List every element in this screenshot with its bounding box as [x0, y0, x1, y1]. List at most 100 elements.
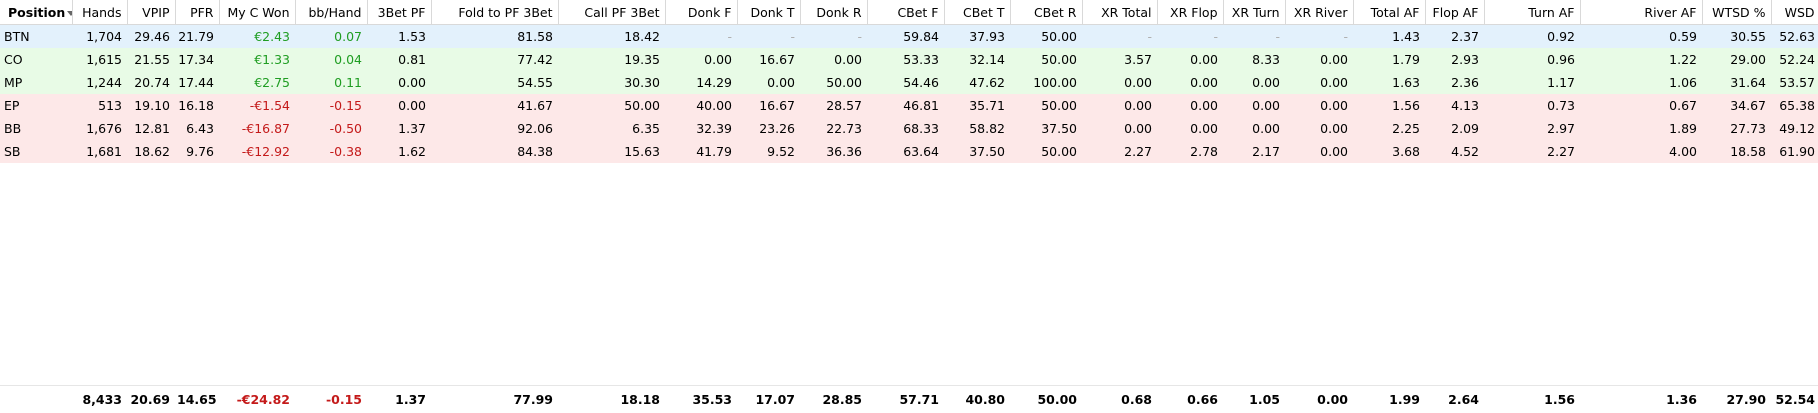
cell-flop-af: 2.36	[1425, 71, 1484, 94]
column-header-cbet-f[interactable]: CBet F	[867, 0, 945, 25]
column-header-cbet-r[interactable]: CBet R	[1010, 0, 1083, 25]
column-header-wsd[interactable]: WSD	[1771, 0, 1818, 25]
column-header-river-af[interactable]: River AF	[1580, 0, 1703, 25]
total-cbet-f: 57.71	[899, 392, 939, 407]
table-row[interactable]: SB 1,681 18.62 9.76 -€12.92 -0.38 1.62 84.38 15.…	[0, 140, 1818, 163]
cell-xr-flop: -	[1157, 24, 1223, 48]
column-header-label: 3Bet PF	[377, 4, 426, 20]
cell-3bet-pf: 1.37	[367, 117, 431, 140]
table-row[interactable]: CO 1,615 21.55 17.34 €1.33 0.04 0.81 77.42 19.35…	[0, 48, 1818, 71]
cell-xr-river: -	[1285, 24, 1353, 48]
cell-fold-to-pf-3bet: 77.42	[431, 48, 558, 71]
column-header-call-pf-3bet[interactable]: Call PF 3Bet	[558, 0, 666, 25]
cell-xr-river: 0.00	[1285, 140, 1353, 163]
cell-turn-af: 0.73	[1484, 94, 1580, 117]
cell-xr-turn: 8.33	[1223, 48, 1285, 71]
cell-bb-hand: -0.50	[295, 117, 367, 140]
cell-flop-af: 4.13	[1425, 94, 1484, 117]
cell-total-af: 1.43	[1353, 24, 1425, 48]
cell-donk-r: 28.57	[800, 94, 867, 117]
total-total-af: 1.99	[1389, 392, 1420, 407]
cell-total-af: 2.25	[1353, 117, 1425, 140]
cell-cbet-t: 47.62	[944, 71, 1010, 94]
cell-cbet-f: 46.81	[867, 94, 944, 117]
table-row[interactable]: EP 513 19.10 16.18 -€1.54 -0.15 0.00 41.67 50.00…	[0, 94, 1818, 117]
table-row[interactable]: BB 1,676 12.81 6.43 -€16.87 -0.50 1.37 92.06 6.3…	[0, 117, 1818, 140]
cell-cbet-t: 32.14	[944, 48, 1010, 71]
position-stats-table: Position Hands VPIP PFR My C Won bb/Hand 3Bet …	[0, 0, 1818, 163]
total-3bet-pf: 1.37	[395, 392, 426, 407]
column-header-total-af[interactable]: Total AF	[1353, 0, 1426, 25]
cell-donk-r: 50.00	[800, 71, 867, 94]
cell-3bet-pf: 1.53	[367, 24, 431, 48]
column-header-bb-hand[interactable]: bb/Hand	[295, 0, 368, 25]
total-donk-f: 35.53	[692, 392, 732, 407]
table-row[interactable]: MP 1,244 20.74 17.44 €2.75 0.11 0.00 54.55 30.30…	[0, 71, 1818, 94]
table-body: BTN 1,704 29.46 21.79 €2.43 0.07 1.53 81.58 18.4…	[0, 24, 1818, 163]
column-header-xr-river[interactable]: XR River	[1285, 0, 1354, 25]
cell-turn-af: 0.92	[1484, 24, 1580, 48]
table-row[interactable]: BTN 1,704 29.46 21.79 €2.43 0.07 1.53 81.58 18.4…	[0, 24, 1818, 48]
column-header-wtsd[interactable]: WTSD %	[1702, 0, 1772, 25]
column-header-turn-af[interactable]: Turn AF	[1484, 0, 1581, 25]
column-header-label: CBet F	[897, 4, 939, 20]
column-header-my-c-won[interactable]: My C Won	[219, 0, 296, 25]
column-header-position[interactable]: Position	[0, 0, 73, 25]
column-header-label: Turn AF	[1528, 4, 1575, 20]
column-header-3bet-pf[interactable]: 3Bet PF	[367, 0, 432, 25]
column-header-hands[interactable]: Hands	[72, 0, 128, 25]
total-pfr: 14.65	[177, 392, 217, 407]
cell-cbet-r: 37.50	[1010, 117, 1082, 140]
table-header-row: Position Hands VPIP PFR My C Won bb/Hand 3Bet …	[0, 0, 1818, 25]
total-cbet-r: 50.00	[1037, 392, 1077, 407]
column-header-xr-turn[interactable]: XR Turn	[1223, 0, 1286, 25]
cell-pfr: 9.76	[175, 140, 219, 163]
cell-xr-river: 0.00	[1285, 48, 1353, 71]
column-header-label: WSD	[1784, 4, 1815, 20]
cell-fold-to-pf-3bet: 84.38	[431, 140, 558, 163]
total-my-c-won: -€24.82	[236, 392, 290, 407]
column-header-label: Position	[8, 4, 66, 20]
column-header-xr-total[interactable]: XR Total	[1082, 0, 1158, 25]
cell-total-af: 1.63	[1353, 71, 1425, 94]
cell-hands: 513	[72, 94, 127, 117]
column-header-vpip[interactable]: VPIP	[127, 0, 176, 25]
cell-hands: 1,244	[72, 71, 127, 94]
column-header-label: My C Won	[227, 4, 290, 20]
total-donk-t: 17.07	[755, 392, 795, 407]
cell-total-af: 1.56	[1353, 94, 1425, 117]
cell-xr-flop: 0.00	[1157, 71, 1223, 94]
column-header-label: Donk T	[750, 4, 795, 20]
column-header-fold-to-pf-3bet[interactable]: Fold to PF 3Bet	[431, 0, 559, 25]
cell-pfr: 21.79	[175, 24, 219, 48]
total-wsd: 52.54	[1775, 392, 1815, 407]
column-header-donk-f[interactable]: Donk F	[665, 0, 738, 25]
column-header-cbet-t[interactable]: CBet T	[944, 0, 1011, 25]
cell-bb-hand: 0.04	[295, 48, 367, 71]
cell-cbet-f: 63.64	[867, 140, 944, 163]
column-header-donk-r[interactable]: Donk R	[800, 0, 868, 25]
cell-my-c-won: €2.43	[219, 24, 295, 48]
cell-xr-total: -	[1082, 24, 1157, 48]
cell-flop-af: 2.09	[1425, 117, 1484, 140]
cell-turn-af: 2.27	[1484, 140, 1580, 163]
cell-xr-river: 0.00	[1285, 117, 1353, 140]
column-header-xr-flop[interactable]: XR Flop	[1157, 0, 1224, 25]
column-header-label: VPIP	[142, 4, 170, 20]
cell-flop-af: 2.93	[1425, 48, 1484, 71]
cell-fold-to-pf-3bet: 81.58	[431, 24, 558, 48]
cell-donk-f: 32.39	[665, 117, 737, 140]
column-header-pfr[interactable]: PFR	[175, 0, 220, 25]
cell-wsd: 49.12	[1771, 117, 1818, 140]
cell-river-af: 0.67	[1580, 94, 1702, 117]
column-header-donk-t[interactable]: Donk T	[737, 0, 801, 25]
cell-bb-hand: 0.11	[295, 71, 367, 94]
column-header-label: PFR	[190, 4, 214, 20]
cell-wsd: 53.57	[1771, 71, 1818, 94]
column-header-flop-af[interactable]: Flop AF	[1425, 0, 1485, 25]
cell-wtsd: 29.00	[1702, 48, 1771, 71]
cell-cbet-t: 58.82	[944, 117, 1010, 140]
total-turn-af: 1.56	[1544, 392, 1575, 407]
cell-wsd: 61.90	[1771, 140, 1818, 163]
total-bb-hand: -0.15	[325, 392, 362, 407]
